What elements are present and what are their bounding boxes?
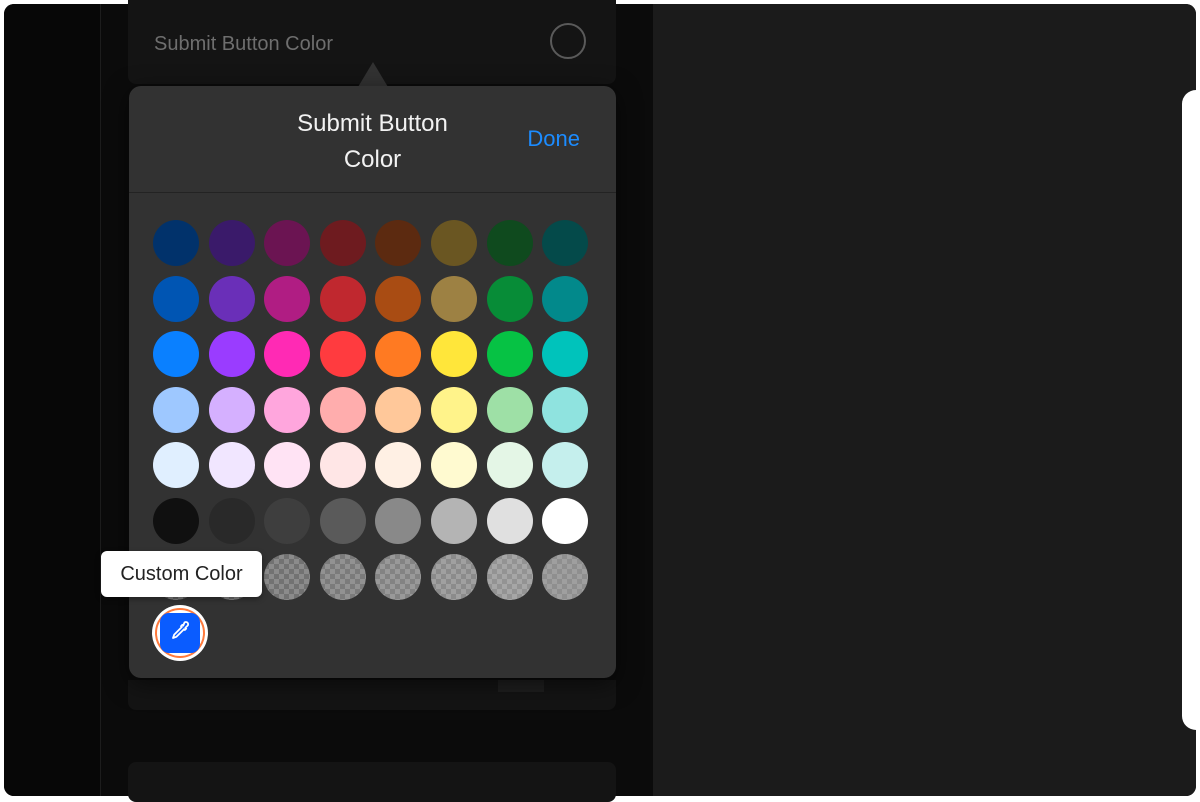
inspector-row-control — [498, 680, 544, 692]
color-swatch[interactable] — [487, 220, 533, 266]
color-swatch[interactable] — [542, 442, 588, 488]
color-swatch[interactable] — [320, 331, 366, 377]
canvas-area — [653, 4, 1196, 796]
done-button[interactable]: Done — [527, 126, 580, 152]
color-swatch[interactable] — [320, 498, 366, 544]
color-swatch[interactable] — [153, 387, 199, 433]
popover-arrow — [358, 62, 388, 87]
color-swatch[interactable] — [264, 442, 310, 488]
color-swatch[interactable] — [431, 387, 477, 433]
color-swatch[interactable] — [542, 498, 588, 544]
popover-divider — [129, 192, 616, 193]
swatch-tint — [542, 554, 588, 600]
color-swatch[interactable] — [542, 331, 588, 377]
swatch-tint — [264, 554, 310, 600]
color-swatch[interactable] — [487, 554, 533, 600]
color-swatch[interactable] — [320, 387, 366, 433]
color-swatch[interactable] — [264, 331, 310, 377]
submit-button-color-label: Submit Button Color — [154, 33, 333, 55]
color-swatch[interactable] — [375, 498, 421, 544]
color-swatch[interactable] — [209, 498, 255, 544]
color-swatch[interactable] — [431, 442, 477, 488]
color-swatch[interactable] — [264, 276, 310, 322]
color-swatch[interactable] — [209, 442, 255, 488]
color-swatch[interactable] — [153, 331, 199, 377]
color-swatch[interactable] — [542, 220, 588, 266]
custom-color-fill — [160, 613, 200, 653]
swatch-tint — [431, 554, 477, 600]
color-swatch[interactable] — [487, 442, 533, 488]
color-swatch[interactable] — [542, 276, 588, 322]
color-swatch[interactable] — [153, 276, 199, 322]
left-panel — [4, 4, 100, 796]
color-swatch[interactable] — [375, 331, 421, 377]
color-swatch[interactable] — [487, 498, 533, 544]
color-swatch[interactable] — [487, 331, 533, 377]
color-swatch[interactable] — [320, 220, 366, 266]
color-swatch[interactable] — [209, 387, 255, 433]
swatch-tint — [487, 554, 533, 600]
color-swatch[interactable] — [431, 220, 477, 266]
custom-color-button[interactable] — [152, 605, 208, 661]
color-swatch[interactable] — [153, 498, 199, 544]
inspector-row — [128, 680, 616, 710]
color-swatch[interactable] — [487, 276, 533, 322]
eyedropper-icon — [168, 619, 192, 648]
color-swatch[interactable] — [209, 220, 255, 266]
color-swatch[interactable] — [431, 276, 477, 322]
color-swatch[interactable] — [431, 554, 477, 600]
color-swatch[interactable] — [375, 387, 421, 433]
swatch-tint — [320, 554, 366, 600]
color-swatch[interactable] — [375, 276, 421, 322]
color-swatch[interactable] — [542, 387, 588, 433]
custom-color-tooltip: Custom Color — [101, 551, 262, 597]
color-swatch[interactable] — [153, 442, 199, 488]
inspector-row — [128, 762, 616, 802]
color-swatch[interactable] — [431, 498, 477, 544]
color-swatch[interactable] — [375, 554, 421, 600]
color-swatch[interactable] — [153, 220, 199, 266]
color-swatch[interactable] — [375, 220, 421, 266]
color-swatch[interactable] — [487, 387, 533, 433]
canvas-preview-card — [1182, 90, 1196, 730]
color-swatch[interactable] — [209, 276, 255, 322]
color-swatch[interactable] — [431, 331, 477, 377]
color-swatch[interactable] — [542, 554, 588, 600]
color-swatch[interactable] — [375, 442, 421, 488]
color-swatch[interactable] — [209, 331, 255, 377]
color-swatch[interactable] — [264, 387, 310, 433]
submit-button-color-swatch[interactable] — [550, 23, 586, 59]
color-swatch[interactable] — [320, 276, 366, 322]
color-swatch[interactable] — [320, 442, 366, 488]
color-swatch[interactable] — [320, 554, 366, 600]
swatch-tint — [375, 554, 421, 600]
color-swatch[interactable] — [264, 554, 310, 600]
color-swatch[interactable] — [264, 220, 310, 266]
color-swatch[interactable] — [264, 498, 310, 544]
